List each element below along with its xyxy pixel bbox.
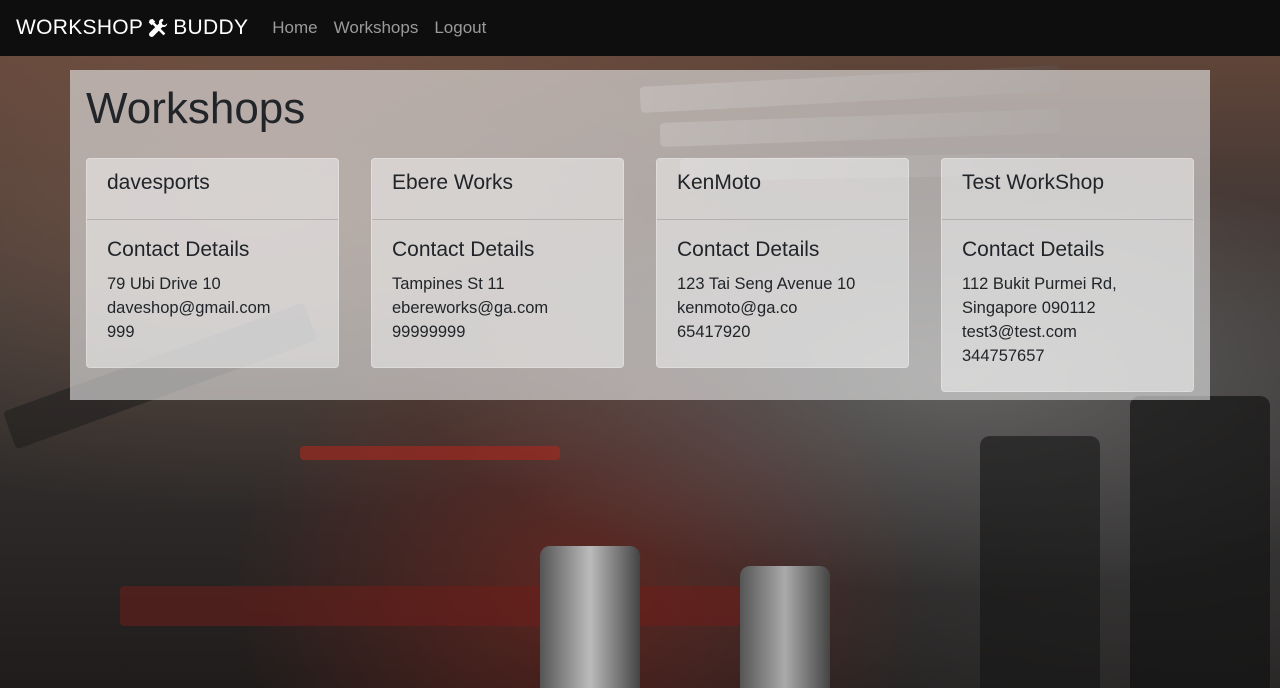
workshop-email: test3@test.com [962,323,1077,341]
top-navbar: WORKSHOP BUDDY Home Workshops Logout [0,0,1280,56]
contact-details-heading: Contact Details [107,238,250,261]
workshop-address: Tampines St 11 [392,275,505,293]
brand-logo[interactable]: WORKSHOP BUDDY [16,16,248,40]
card-body: Contact Details Tampines St 11 eberework… [372,220,623,356]
nav-links: Home Workshops Logout [272,18,502,38]
card-body: Contact Details 123 Tai Seng Avenue 10 k… [657,220,908,356]
card-body: Contact Details 79 Ubi Drive 10 daveshop… [87,220,338,356]
workshop-email: kenmoto@ga.co [677,299,798,317]
workshop-name: KenMoto [657,159,908,220]
contact-details-heading: Contact Details [392,238,535,261]
workshop-email: ebereworks@ga.com [392,299,549,317]
workshop-card-test-workshop[interactable]: Test WorkShop Contact Details 112 Bukit … [941,158,1194,392]
nav-link-home[interactable]: Home [272,18,317,38]
workshop-phone: 999 [107,323,135,341]
workshop-address: 123 Tai Seng Avenue 10 [677,275,856,293]
workshops-panel: Workshops davesports Contact Details 79 … [70,70,1210,400]
workshop-email: daveshop@gmail.com [107,299,271,317]
nav-link-workshops[interactable]: Workshops [334,18,419,38]
wrench-screwdriver-icon [149,18,168,37]
nav-link-logout[interactable]: Logout [434,18,486,38]
workshop-phone: 344757657 [962,347,1045,365]
workshop-address-line-1: 112 Bukit Purmei Rd, [962,275,1117,293]
workshop-address: 79 Ubi Drive 10 [107,275,221,293]
workshop-name: davesports [87,159,338,220]
workshop-card-davesports[interactable]: davesports Contact Details 79 Ubi Drive … [86,158,339,368]
workshop-name: Test WorkShop [942,159,1193,220]
brand-text-right: BUDDY [173,16,249,39]
page-title: Workshops [86,84,306,133]
contact-details-heading: Contact Details [677,238,820,261]
workshop-card-kenmoto[interactable]: KenMoto Contact Details 123 Tai Seng Ave… [656,158,909,368]
workshop-phone: 65417920 [677,323,751,341]
workshop-name: Ebere Works [372,159,623,220]
brand-text-left: WORKSHOP [16,16,144,39]
card-body: Contact Details 112 Bukit Purmei Rd, Sin… [942,220,1193,380]
workshop-address-line-2: Singapore 090112 [962,299,1096,317]
workshop-phone: 99999999 [392,323,466,341]
contact-details-heading: Contact Details [962,238,1105,261]
workshop-card-ebere-works[interactable]: Ebere Works Contact Details Tampines St … [371,158,624,368]
